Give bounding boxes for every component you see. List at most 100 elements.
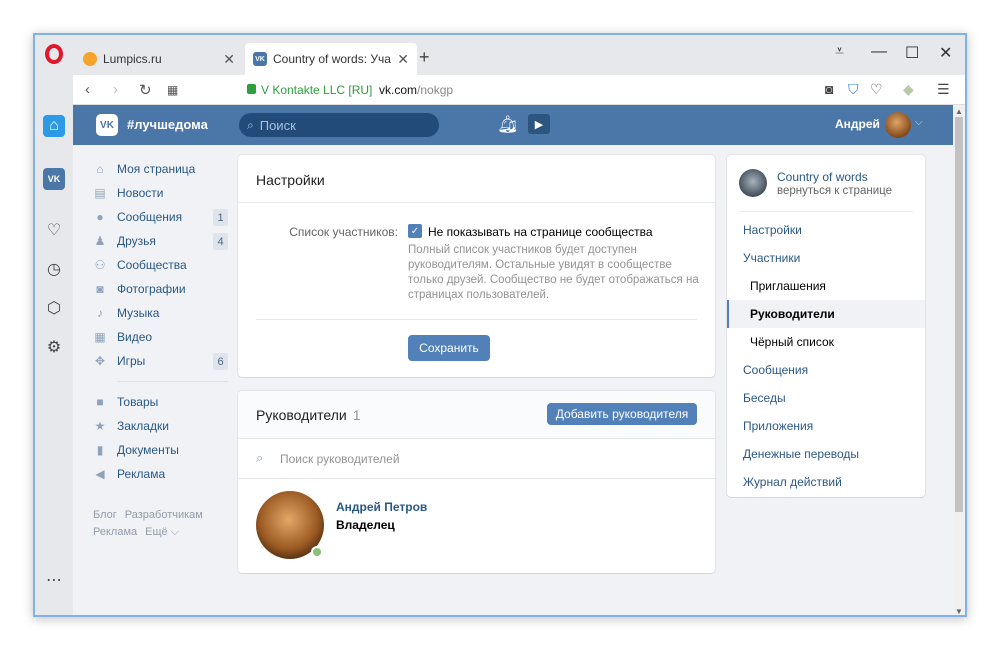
left-menu-item-bookmarks[interactable]: ★ Закладки	[93, 414, 228, 438]
maximize-button[interactable]: ☐	[905, 43, 919, 63]
left-menu-item-documents[interactable]: ▮ Документы	[93, 438, 228, 462]
left-menu-item-games[interactable]: ✥ Игры 6	[93, 349, 228, 373]
left-menu-item-my-page[interactable]: ⌂ Моя страница	[93, 157, 228, 181]
avatar[interactable]	[885, 112, 911, 138]
close-tab-icon[interactable]: ✕	[397, 51, 409, 68]
avatar	[739, 169, 767, 197]
footer-link-more[interactable]: Ещё ⌵	[145, 526, 179, 538]
tab-menu-icon[interactable]: ⩡	[835, 43, 844, 61]
menu-item-money-transfers[interactable]: Денежные переводы	[727, 440, 925, 468]
footer-link-developers[interactable]: Разработчикам	[125, 509, 203, 521]
left-menu-item-photos[interactable]: ◙ Фотографии	[93, 277, 228, 301]
left-menu-item-friends[interactable]: ♟ Друзья 4	[93, 229, 228, 253]
left-menu-item-communities[interactable]: ⚇ Сообщества	[93, 253, 228, 277]
camera-icon[interactable]: ◙	[825, 81, 833, 97]
managers-count: 1	[352, 407, 361, 423]
footer-link-blog[interactable]: Блог	[93, 509, 117, 521]
add-manager-button[interactable]: Добавить руководителя	[547, 403, 697, 425]
camera-icon: ◙	[96, 282, 104, 296]
left-menu-item-music[interactable]: ♪ Музыка	[93, 301, 228, 325]
online-indicator-icon	[311, 546, 323, 558]
left-menu-item-news[interactable]: ▤ Новости	[93, 181, 228, 205]
heart-icon[interactable]: ♡	[43, 219, 65, 241]
shield-check-icon[interactable]: ⛉	[848, 81, 859, 98]
manager-name[interactable]: Андрей Петров	[336, 500, 427, 514]
menu-item-invitations[interactable]: Приглашения	[727, 272, 925, 300]
save-button[interactable]: Сохранить	[408, 335, 490, 361]
left-menu-item-ads[interactable]: ◀ Реклама	[93, 462, 228, 486]
header-hashtag[interactable]: #лучшедома	[127, 117, 208, 132]
header-username[interactable]: Андрей	[835, 117, 880, 131]
opera-logo-icon[interactable]	[45, 44, 63, 64]
new-tab-button[interactable]: +	[419, 47, 430, 68]
page-scrollbar[interactable]: ▲ ▼	[953, 105, 965, 615]
music-glyph-icon[interactable]: ♫	[505, 115, 518, 135]
cube-icon[interactable]: ◆	[903, 81, 914, 98]
hide-members-label[interactable]: Не показывать на странице сообщества	[428, 225, 653, 239]
home-icon[interactable]: ⌂	[43, 115, 65, 137]
more-dots-icon[interactable]: ⋯	[43, 569, 65, 591]
film-icon: ▦	[94, 330, 106, 344]
menu-item-blacklist[interactable]: Чёрный список	[727, 328, 925, 356]
vk-sidebar-icon[interactable]: VK	[43, 168, 65, 190]
back-icon[interactable]: ‹	[85, 81, 90, 98]
vk-logo-icon[interactable]: VK	[96, 114, 118, 136]
members-list-label: Список участников:	[289, 225, 398, 239]
tab-country-of-words[interactable]: VK Country of words: Участни ✕	[245, 43, 417, 75]
url-field[interactable]: vk.com/nokgp	[379, 83, 453, 97]
lock-icon	[247, 84, 256, 94]
menu-item-apps[interactable]: Приложения	[727, 412, 925, 440]
managers-header: Руководители 1 Добавить руководителя	[238, 391, 715, 439]
vk-search-input[interactable]: ⌕ Поиск	[239, 113, 439, 137]
reload-icon[interactable]: ↻	[139, 81, 152, 99]
close-tab-icon[interactable]: ✕	[223, 51, 235, 68]
left-menu-item-goods[interactable]: ■ Товары	[93, 390, 228, 414]
secure-site-label[interactable]: V Kontakte LLC [RU]	[261, 83, 372, 97]
hide-members-checkbox[interactable]: ✓	[408, 224, 422, 238]
menu-divider	[117, 381, 228, 382]
menu-item-messages[interactable]: Сообщения	[727, 356, 925, 384]
menu-item-chats[interactable]: Беседы	[727, 384, 925, 412]
star-icon: ★	[94, 419, 106, 433]
chat-icon: ●	[96, 210, 104, 224]
scroll-up-icon[interactable]: ▲	[953, 107, 965, 116]
settings-sliders-icon[interactable]: ☰	[937, 81, 950, 98]
close-window-button[interactable]: ✕	[939, 43, 952, 63]
community-name[interactable]: Country of words	[777, 170, 868, 184]
managers-title-text: Руководители	[256, 407, 347, 423]
vk-favicon-icon: VK	[253, 52, 267, 66]
minimize-button[interactable]: —	[871, 43, 887, 61]
heart-icon[interactable]: ♡	[870, 81, 883, 98]
tab-lumpics[interactable]: Lumpics.ru ✕	[75, 43, 243, 75]
house-icon: ⌂	[96, 162, 104, 176]
back-to-page-link[interactable]: вернуться к странице	[777, 185, 892, 197]
left-menu-item-messages[interactable]: ● Сообщения 1	[93, 205, 228, 229]
opera-sidebar: ⌂ VK ♡ ◷ ⬡ ⚙ ⋯	[35, 75, 73, 615]
scroll-down-icon[interactable]: ▼	[953, 607, 965, 615]
scroll-thumb[interactable]	[955, 117, 963, 512]
menu-item-managers[interactable]: Руководители	[727, 300, 925, 328]
person-icon: ♟	[94, 234, 106, 248]
menu-item-members[interactable]: Участники	[727, 244, 925, 272]
forward-icon[interactable]: ›	[113, 81, 118, 98]
community-card[interactable]: Country of words вернуться к странице	[727, 155, 925, 211]
managers-search-input[interactable]: ⌕ Поиск руководителей	[238, 439, 715, 479]
left-menu-label: Музыка	[117, 306, 160, 320]
divider	[256, 319, 697, 320]
speed-dial-icon[interactable]: ▦	[167, 83, 178, 97]
left-menu-item-video[interactable]: ▦ Видео	[93, 325, 228, 349]
history-icon[interactable]: ◷	[43, 258, 65, 280]
footer-link-ads[interactable]: Реклама	[93, 526, 137, 538]
menu-item-action-log[interactable]: Журнал действий	[727, 468, 925, 496]
url-path: /nokgp	[417, 83, 454, 97]
left-menu-label: Реклама	[117, 467, 166, 481]
play-icon[interactable]: ▶	[528, 114, 550, 134]
menu-item-settings[interactable]: Настройки	[727, 216, 925, 244]
cube-icon[interactable]: ⬡	[43, 297, 65, 319]
search-placeholder: Поиск	[259, 117, 296, 133]
music-icon: ♪	[97, 306, 103, 320]
tab-title: Country of words: Участни	[273, 52, 391, 66]
gear-icon[interactable]: ⚙	[43, 336, 65, 358]
chevron-down-icon[interactable]: ⌵	[915, 117, 923, 128]
left-menu-label: Новости	[117, 186, 164, 200]
